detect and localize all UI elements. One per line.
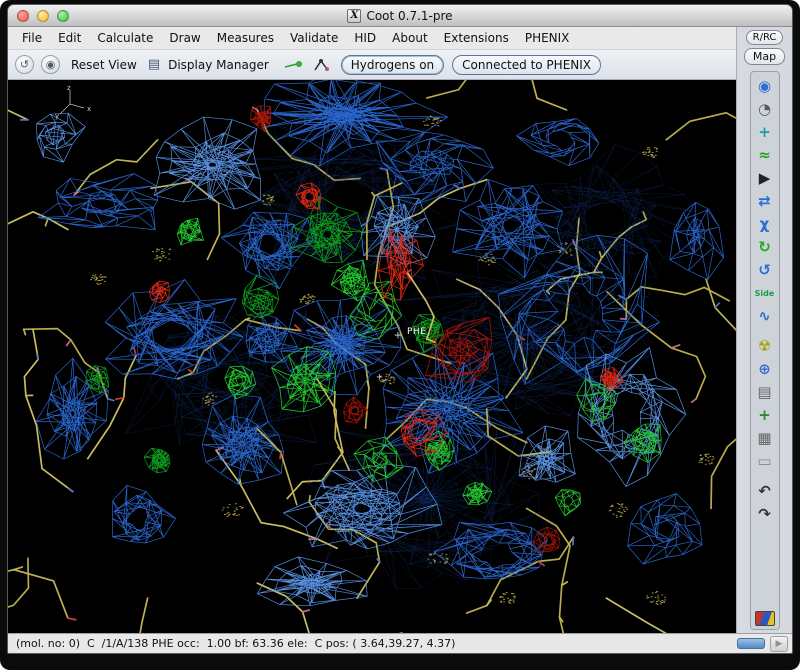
menu-phenix[interactable]: PHENIX (517, 29, 578, 47)
close-button[interactable] (17, 10, 29, 22)
display-manager-button[interactable]: ▤ Display Manager (148, 58, 272, 72)
status-expand-button[interactable]: ▶ (770, 636, 788, 652)
phenix-connection-button[interactable]: Connected to PHENIX (452, 55, 601, 75)
map-button[interactable]: Map (744, 48, 785, 65)
window-title-text: Coot 0.7.1-pre (366, 9, 452, 23)
menu-about[interactable]: About (384, 29, 435, 47)
menu-measures[interactable]: Measures (209, 29, 282, 47)
fix-atoms-icon[interactable]: + (753, 121, 777, 143)
density-scene (8, 80, 736, 633)
right-sidebar: R/RC Map ◉◔+≈▶⇄χ↻↺Side∿☢⊕▤+▦▭↶↷ (736, 27, 792, 633)
menu-edit[interactable]: Edit (50, 29, 89, 47)
menu-calculate[interactable]: Calculate (89, 29, 161, 47)
svg-text:y: y (55, 112, 59, 120)
status-text: (mol. no: 0) C /1/A/138 PHE occ: 1.00 bf… (16, 637, 737, 650)
minimize-button[interactable] (37, 10, 49, 22)
add-terminal-residue-icon[interactable]: ⊕ (753, 358, 777, 380)
status-scrollbar[interactable] (737, 638, 765, 649)
toolbar: ↺ ◉ Reset View ▤ Display Manager (8, 50, 736, 80)
menu-hid[interactable]: HID (346, 29, 384, 47)
screenshot-icon[interactable] (755, 611, 775, 626)
keyboard-icon[interactable]: ▦ (753, 427, 777, 449)
coot-window: X Coot 0.7.1-pre FileEditCalculateDrawMe… (7, 4, 793, 654)
reset-orientation-icon[interactable]: ↺ (15, 55, 34, 74)
svg-text:z: z (67, 85, 71, 92)
menubar: FileEditCalculateDrawMeasuresValidateHID… (8, 27, 736, 50)
redo-icon[interactable]: ↷ (753, 503, 777, 525)
model-fit-refine-toolbar: ◉◔+≈▶⇄χ↻↺Side∿☢⊕▤+▦▭↶↷ (750, 71, 780, 630)
menu-extensions[interactable]: Extensions (436, 29, 517, 47)
gl-viewport[interactable]: z x y PHE (8, 80, 736, 633)
window-frame: X Coot 0.7.1-pre FileEditCalculateDrawMe… (0, 0, 800, 670)
menu-file[interactable]: File (14, 29, 50, 47)
titlebar[interactable]: X Coot 0.7.1-pre (8, 5, 792, 27)
undo-icon[interactable]: ↶ (753, 480, 777, 502)
edit-chi-angles-icon[interactable]: χ (753, 213, 777, 235)
rrc-button[interactable]: R/RC (746, 30, 784, 45)
edit-backbone-icon[interactable]: ∿ (753, 305, 777, 327)
auto-fit-rotamer-icon[interactable]: ↻ (753, 236, 777, 258)
recenter-icon[interactable]: ◉ (41, 55, 60, 74)
display-manager-icon: ▤ (148, 58, 160, 71)
add-atom-icon[interactable]: + (753, 404, 777, 426)
delete-item-icon[interactable]: ▭ (753, 450, 777, 472)
play-icon[interactable]: ▶ (753, 167, 777, 189)
axes-indicator: z x y (54, 85, 96, 121)
reset-view-button[interactable]: Reset View (68, 58, 140, 72)
regularize-zone-icon[interactable]: ◔ (753, 98, 777, 120)
measure-angle-icon[interactable] (313, 58, 329, 72)
flip-sidechain-icon[interactable]: Side (753, 282, 777, 304)
menu-draw[interactable]: Draw (161, 29, 208, 47)
refine-sphere-icon[interactable]: ◉ (753, 75, 777, 97)
hydrogens-toggle-button[interactable]: Hydrogens on (341, 55, 444, 75)
menu-validate[interactable]: Validate (282, 29, 346, 47)
rotate-translate-icon[interactable]: ⇄ (753, 190, 777, 212)
window-title: X Coot 0.7.1-pre (347, 9, 452, 23)
rotamers-icon[interactable]: ↺ (753, 259, 777, 281)
window-controls (17, 10, 69, 22)
svg-text:x: x (87, 105, 91, 113)
x11-app-icon: X (347, 9, 361, 23)
add-alt-conf-icon[interactable]: ▤ (753, 381, 777, 403)
residue-label: PHE (407, 327, 426, 337)
right-icon (753, 473, 777, 479)
measure-distance-icon[interactable] (284, 59, 304, 71)
zoom-button[interactable] (57, 10, 69, 22)
right-icon (753, 328, 777, 334)
rigid-body-fit-icon[interactable]: ≈ (753, 144, 777, 166)
mutate-icon[interactable]: ☢ (753, 335, 777, 357)
statusbar: (mol. no: 0) C /1/A/138 PHE occ: 1.00 bf… (8, 633, 792, 653)
